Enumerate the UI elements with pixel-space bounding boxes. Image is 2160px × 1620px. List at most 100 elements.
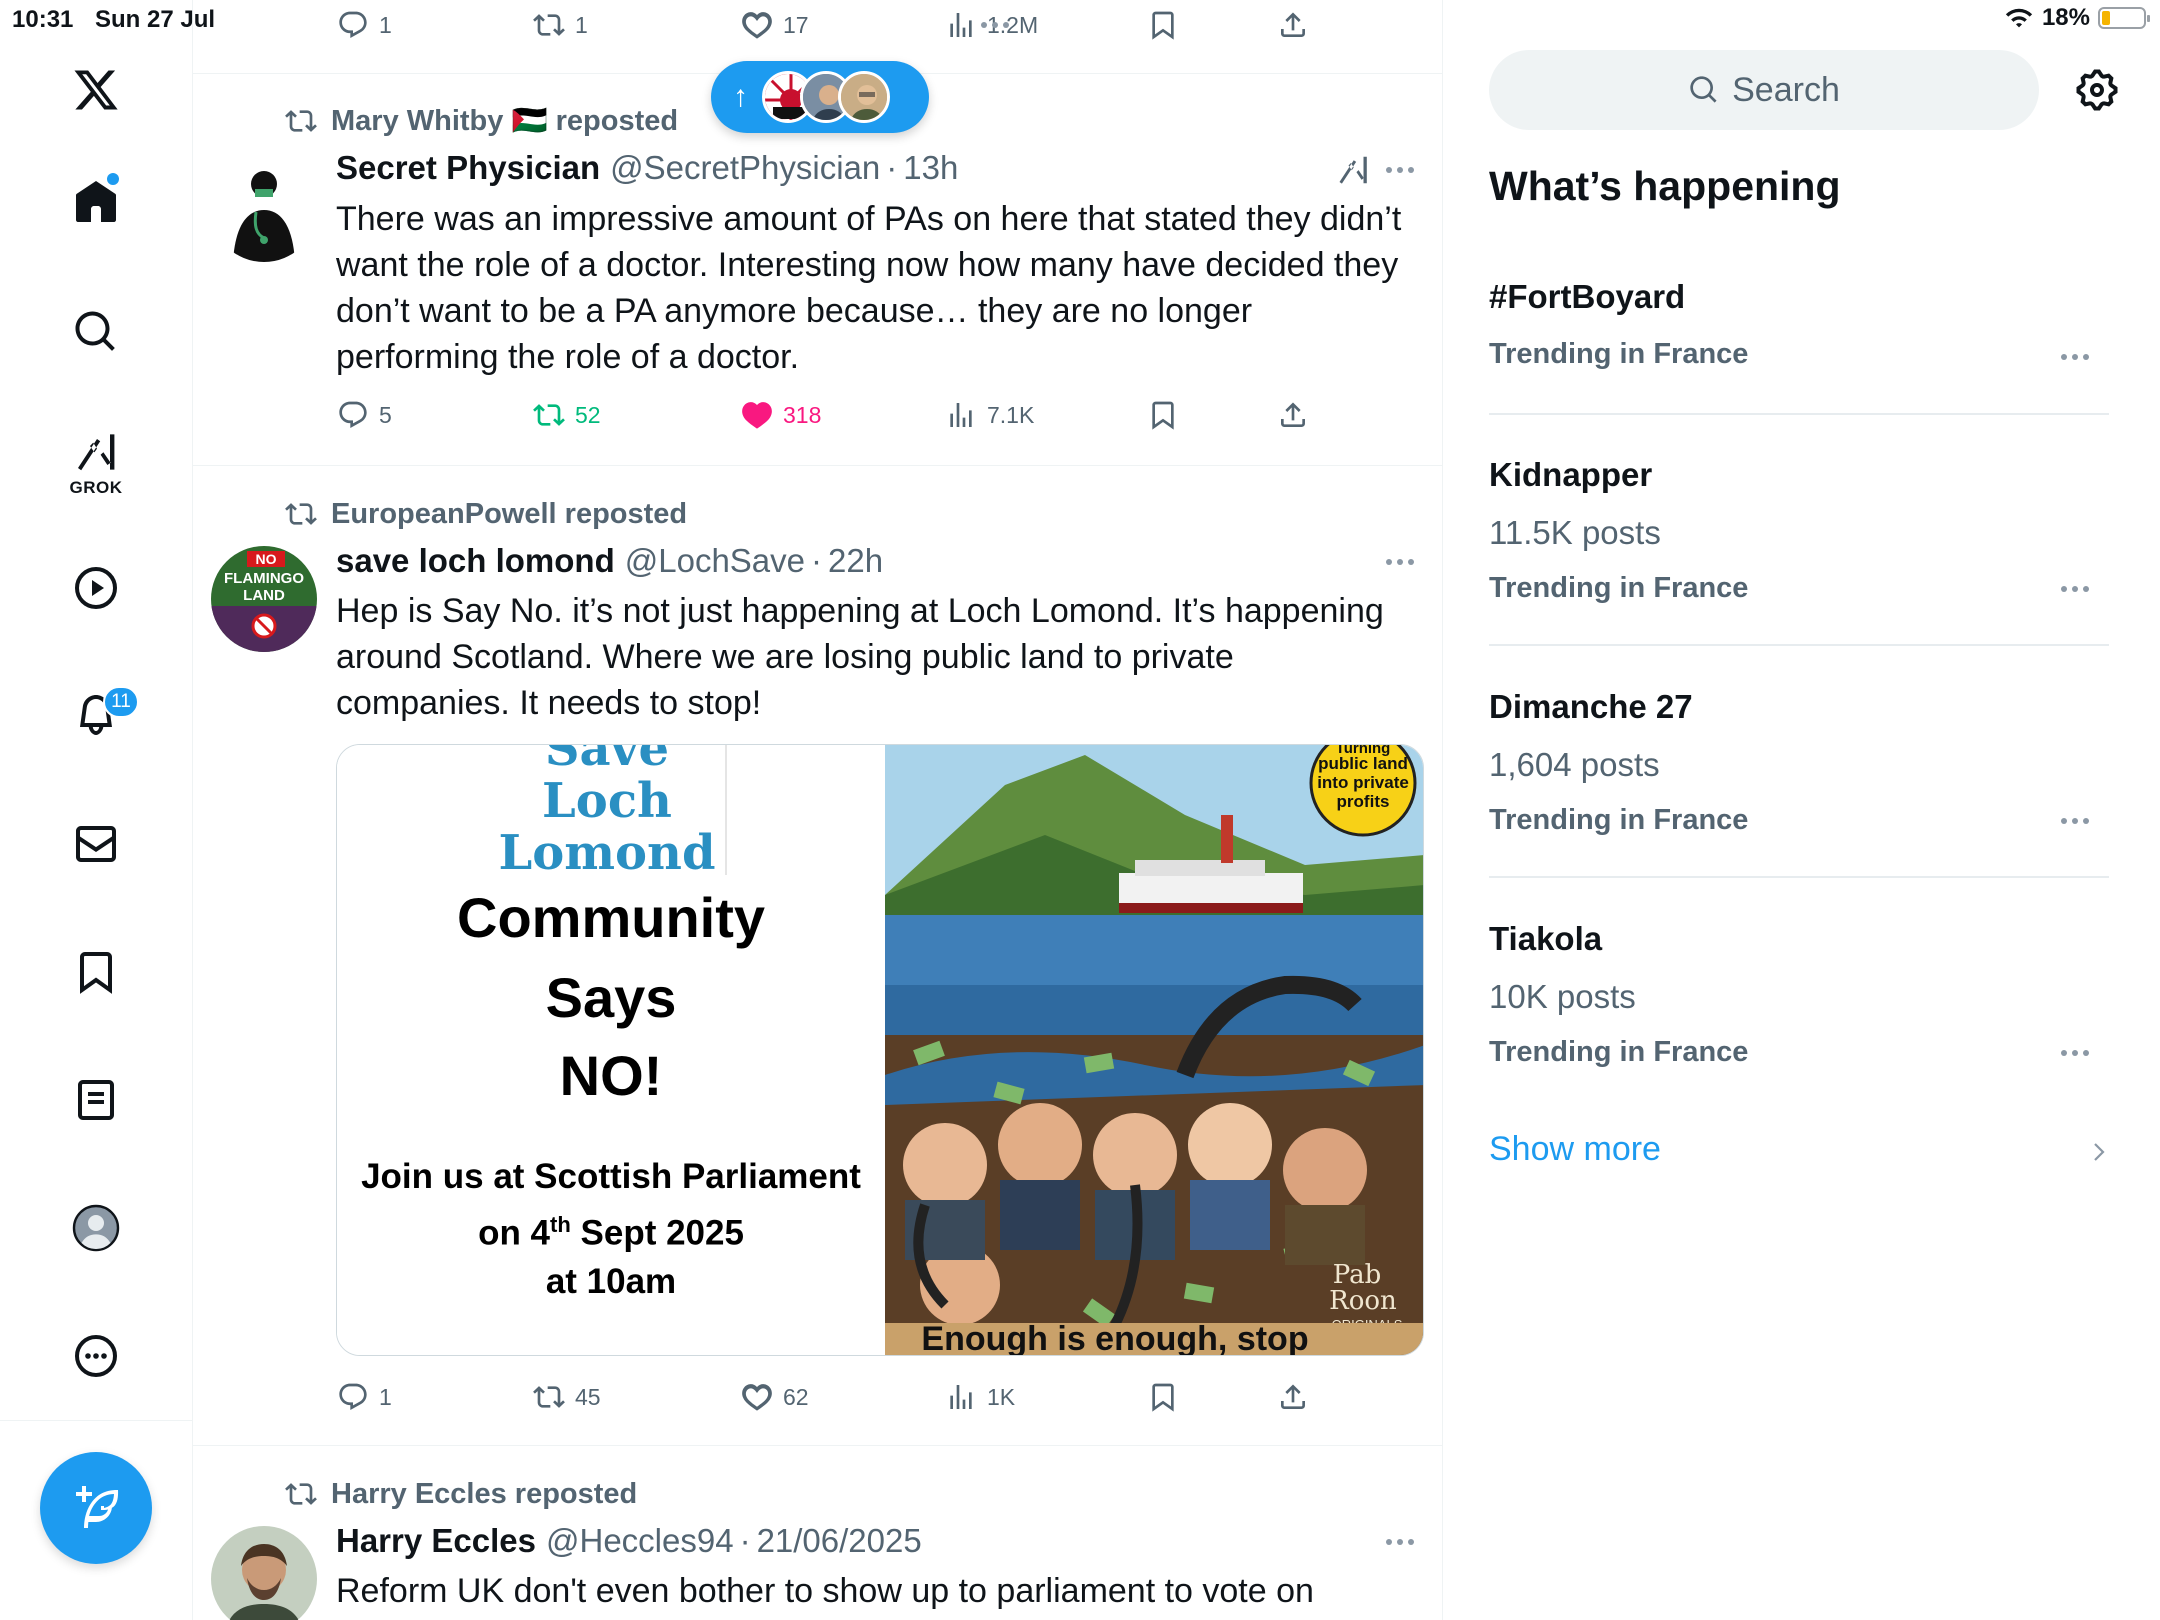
bookmark-button[interactable] — [1147, 1372, 1179, 1422]
tweet-media[interactable]: Save Loch Lomond Community Says NO! Join… — [336, 744, 1424, 1356]
trend-more-icon[interactable] — [2061, 354, 2089, 360]
nav-home[interactable] — [56, 162, 136, 242]
notification-badge: 11 — [103, 686, 139, 718]
repost-context-text: Mary Whitby 🇵🇸 reposted — [331, 105, 679, 137]
art-badge-text: into private — [1317, 773, 1409, 792]
avatar[interactable] — [211, 1526, 317, 1620]
trend-posts: 11.5K posts — [1489, 514, 1661, 551]
repost-icon — [533, 399, 565, 431]
author-handle[interactable]: @SecretPhysician — [610, 149, 880, 187]
nav-bookmarks[interactable] — [56, 932, 136, 1012]
views-button[interactable]: 7.1K — [945, 390, 1034, 440]
share-icon — [1277, 399, 1309, 431]
poster-loch: Loch — [542, 773, 672, 829]
repost-icon — [285, 498, 317, 530]
timeline[interactable]: 1 1 17 1.2M ↑ Mary Whitby 🇵🇸 reposted Se… — [193, 0, 1443, 1620]
post-time[interactable]: 21/06/2025 — [757, 1522, 922, 1560]
profile-icon — [72, 1204, 120, 1252]
poster-join-line: on 4th Sept 2025 — [478, 1212, 744, 1253]
trend-item[interactable]: Kidnapper 11.5K posts Trending in France — [1489, 452, 2109, 657]
repost-button[interactable]: 52 — [533, 390, 601, 440]
avatar[interactable] — [211, 156, 317, 262]
gear-icon[interactable] — [2073, 66, 2121, 114]
battery-percent: 18% — [2041, 4, 2090, 31]
share-button[interactable] — [1277, 1372, 1309, 1422]
more-options-icon[interactable] — [1380, 155, 1420, 185]
bookmark-icon — [1147, 399, 1179, 431]
like-count: 62 — [783, 1383, 809, 1410]
chevron-right-icon[interactable] — [2087, 1140, 2111, 1164]
new-posts-pill[interactable]: ↑ — [711, 61, 929, 133]
show-more-link[interactable]: Show more — [1489, 1130, 1661, 1169]
nav-lists[interactable] — [56, 1060, 136, 1140]
trend-divider — [1489, 644, 2109, 646]
trend-context: Trending in France — [1489, 1036, 1749, 1068]
trend-more-icon[interactable] — [2061, 586, 2089, 592]
author-name[interactable]: Harry Eccles — [336, 1522, 536, 1560]
trend-item[interactable]: Dimanche 27 1,604 posts Trending in Fran… — [1489, 684, 2109, 889]
post-time[interactable]: 13h — [903, 149, 958, 187]
author-name[interactable]: Secret Physician — [336, 149, 600, 187]
repost-button[interactable]: 45 — [533, 1372, 601, 1422]
nav-messages[interactable] — [56, 804, 136, 884]
tweet-header: Secret Physician @SecretPhysician · 13h — [336, 146, 958, 190]
like-button[interactable]: 62 — [741, 1372, 809, 1422]
search-icon — [1690, 76, 1717, 103]
nav-profile[interactable] — [56, 1188, 136, 1268]
author-handle[interactable]: @LochSave — [625, 542, 805, 580]
trend-more-icon[interactable] — [2061, 1050, 2089, 1056]
poster-line: Says — [545, 966, 677, 1029]
reply-icon — [337, 399, 369, 431]
search-input[interactable]: Search — [1489, 50, 2039, 130]
views-icon — [945, 399, 977, 431]
reply-count: 1 — [379, 1383, 392, 1410]
more-options-icon[interactable] — [1380, 547, 1420, 577]
reply-button[interactable]: 1 — [337, 1372, 392, 1422]
nav-more[interactable] — [56, 1316, 136, 1396]
new-post-avatar — [838, 71, 890, 123]
reply-button[interactable]: 5 — [337, 390, 392, 440]
nav-video[interactable] — [56, 548, 136, 628]
trend-context: Trending in France — [1489, 572, 1749, 604]
repost-context[interactable]: EuropeanPowell reposted — [285, 494, 687, 534]
tweet-text: Reform UK don't even bother to show up t… — [336, 1572, 1314, 1610]
poster-save: Save — [544, 744, 670, 777]
grok-label: GROK — [69, 478, 123, 497]
like-button[interactable]: 318 — [741, 390, 821, 440]
tweet-header: Harry Eccles @Heccles94 · 21/06/2025 — [336, 1519, 922, 1563]
repost-context[interactable]: Harry Eccles reposted — [285, 1474, 637, 1514]
search-icon — [75, 311, 115, 351]
avatar[interactable]: NO FLAMINGO LAND — [211, 546, 317, 652]
author-handle[interactable]: @Heccles94 — [546, 1522, 734, 1560]
more-options-icon[interactable] — [1380, 1527, 1420, 1557]
home-unread-dot — [107, 173, 119, 185]
left-navigation: GROK 11 — [0, 0, 193, 1620]
avatar-text: NO — [256, 551, 277, 567]
status-time: 10:31 — [12, 6, 74, 33]
bookmark-button[interactable] — [1147, 390, 1179, 440]
repost-context[interactable]: Mary Whitby 🇵🇸 reposted — [285, 101, 678, 141]
author-name[interactable]: save loch lomond — [336, 542, 615, 580]
post-time[interactable]: 22h — [828, 542, 883, 580]
trend-name: Kidnapper — [1489, 456, 1653, 493]
trend-item[interactable]: Tiakola 10K posts Trending in France — [1489, 916, 2109, 1096]
x-logo-icon[interactable] — [56, 50, 136, 130]
share-button[interactable] — [1277, 390, 1309, 440]
views-button[interactable]: 1K — [945, 1372, 1015, 1422]
avatar-text: FLAMINGO — [224, 570, 304, 587]
views-icon — [945, 1381, 977, 1413]
tweet-actions: 1 45 62 1K — [193, 1372, 1443, 1422]
views-count: 7.1K — [987, 401, 1035, 428]
trend-posts: 10K posts — [1489, 978, 1636, 1015]
grok-icon[interactable] — [1335, 152, 1371, 188]
nav-explore[interactable] — [56, 292, 136, 372]
compose-button[interactable] — [40, 1452, 152, 1564]
media-poster: Save Loch Lomond Community Says NO! Join… — [337, 744, 885, 1355]
trend-more-icon[interactable] — [2061, 818, 2089, 824]
tweet-divider — [193, 465, 1442, 466]
trend-name: Dimanche 27 — [1489, 688, 1693, 725]
art-signature: Roon — [1329, 1286, 1397, 1316]
repost-context-text: Harry Eccles reposted — [331, 1477, 638, 1510]
trend-item[interactable]: #FortBoyard Trending in France — [1489, 270, 2109, 420]
repost-icon — [533, 1381, 565, 1413]
